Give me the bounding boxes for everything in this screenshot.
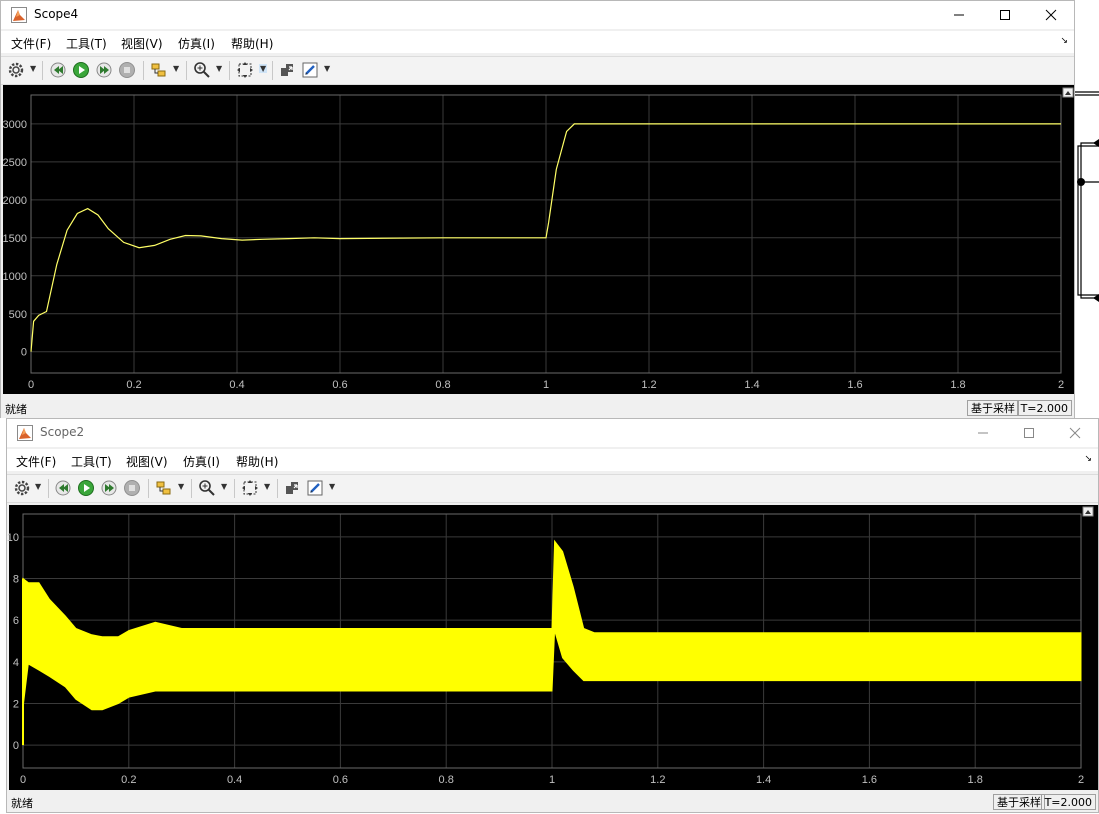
- y-tick-label: 6: [13, 615, 19, 627]
- status-bar: 就绪 基于采样 T=2.000: [1, 398, 1074, 418]
- expand-plot-button[interactable]: [1062, 87, 1074, 98]
- y-tick-label: 2500: [3, 157, 27, 169]
- x-tick-label: 1.2: [641, 379, 656, 391]
- background-model-diagram: [1075, 0, 1099, 418]
- status-bar: 就绪 基于采样 T=2.000: [7, 792, 1098, 812]
- x-tick-label: 1.8: [968, 774, 983, 786]
- scope2-chart: 0 0.2 0.4 0.6 0.8 1 1.2 1.4 1.6 1.8 2 0 2 4 6 8 10: [7, 506, 1094, 786]
- scope2-window: Scope2 文件(F) 工具(T) 视图(V) 仿真(I) 帮助(H) ↘ ▼…: [6, 418, 1099, 813]
- y-tick-label: 2000: [3, 195, 27, 207]
- x-tick-label: 0: [20, 774, 26, 786]
- x-tick-label: 0: [28, 379, 34, 391]
- expand-plot-button[interactable]: [1082, 506, 1094, 517]
- y-tick-label: 1000: [3, 271, 27, 283]
- status-text: 就绪: [11, 797, 33, 810]
- x-tick-label: 0.6: [332, 379, 347, 391]
- x-tick-label: 0.8: [439, 774, 454, 786]
- sample-mode-label: 基于采样: [993, 794, 1045, 810]
- status-text: 就绪: [5, 403, 27, 416]
- y-tick-label: 3000: [3, 119, 27, 131]
- y-tick-label: 1500: [3, 233, 27, 245]
- x-tick-label: 0.4: [229, 379, 244, 391]
- x-tick-label: 1.2: [650, 774, 665, 786]
- x-tick-label: 1.6: [862, 774, 877, 786]
- x-tick-label: 1.8: [950, 379, 965, 391]
- scope4-chart: 0 0.2 0.4 0.6 0.8 1 1.2 1.4 1.6 1.8 2 0 500 1000 1500 2…: [3, 87, 1074, 391]
- sim-time-label: T=2.000: [1016, 400, 1072, 416]
- x-tick-label: 0.2: [121, 774, 136, 786]
- y-tick-label: 0: [21, 347, 27, 359]
- signal-lines-decoration: [1075, 91, 1099, 302]
- y-tick-label: 2: [13, 698, 19, 710]
- x-tick-label: 1.6: [847, 379, 862, 391]
- scope4-window: Scope4 文件(F) 工具(T) 视图(V) 仿真(I) 帮助(H) ↘ ▼…: [0, 0, 1075, 418]
- y-tick-label: 0: [13, 740, 19, 752]
- x-tick-label: 0.4: [227, 774, 242, 786]
- sample-mode-label: 基于采样: [967, 400, 1019, 416]
- x-tick-label: 0.6: [333, 774, 348, 786]
- y-tick-label: 10: [7, 532, 19, 544]
- sim-time-label: T=2.000: [1040, 794, 1096, 810]
- x-tick-label: 1: [543, 379, 549, 391]
- x-tick-label: 0.2: [126, 379, 141, 391]
- x-tick-label: 1.4: [756, 774, 771, 786]
- x-tick-label: 1.4: [744, 379, 759, 391]
- y-tick-label: 4: [13, 657, 19, 669]
- x-tick-label: 0.8: [435, 379, 450, 391]
- y-tick-label: 8: [13, 574, 19, 586]
- y-tick-label: 500: [9, 309, 27, 321]
- x-tick-label: 1: [549, 774, 555, 786]
- x-tick-label: 2: [1078, 774, 1084, 786]
- x-tick-label: 2: [1058, 379, 1064, 391]
